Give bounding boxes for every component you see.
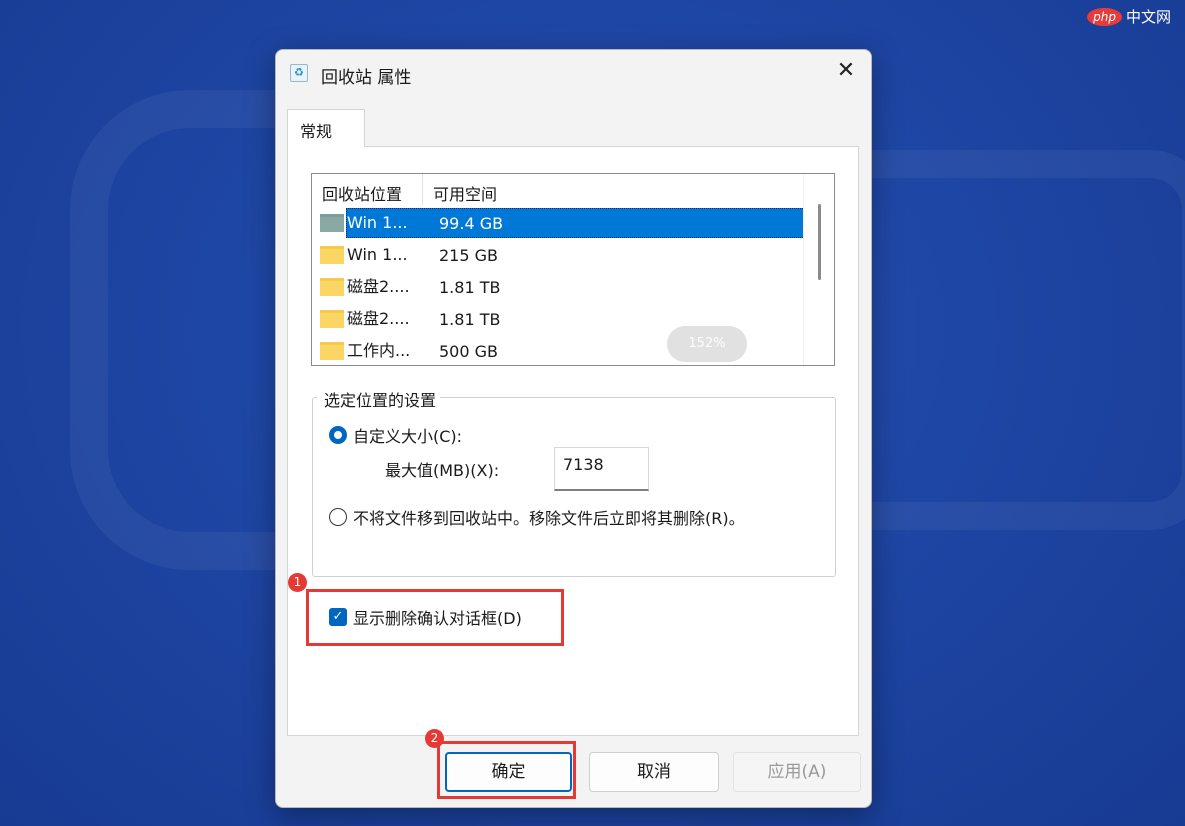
free-space: 500 GB (439, 341, 498, 361)
no-recycle-radio[interactable] (329, 508, 347, 526)
highlight-box-confirmation (306, 589, 564, 646)
location-name: 工作内... (347, 341, 411, 360)
watermark: php 中文网 (1087, 6, 1171, 27)
recycle-bin-location-list[interactable]: 回收站位置 可用空间 Win 1... 99.4 GB Win 1... 215… (311, 173, 835, 366)
no-recycle-label: 不将文件移到回收站中。移除文件后立即将其删除(R)。 (353, 509, 745, 528)
close-button[interactable]: ✕ (831, 58, 861, 86)
title-bar: ♻ 回收站 属性 ✕ (276, 50, 871, 96)
list-item[interactable]: Win 1... 99.4 GB (312, 207, 805, 239)
list-item[interactable]: 磁盘2.... 1.81 TB (312, 271, 804, 303)
folder-icon (320, 214, 344, 232)
folder-icon (320, 278, 344, 296)
watermark-text: 中文网 (1125, 8, 1171, 26)
step-badge-1: 1 (288, 573, 307, 592)
free-space: 215 GB (439, 245, 498, 265)
scrollbar-thumb[interactable] (818, 204, 821, 280)
location-name: 磁盘2.... (347, 309, 410, 328)
custom-size-radio[interactable] (329, 426, 347, 444)
general-tab-panel: 回收站位置 可用空间 Win 1... 99.4 GB Win 1... 215… (287, 146, 859, 736)
list-item[interactable]: Win 1... 215 GB (312, 239, 804, 271)
group-title: 选定位置的设置 (317, 387, 441, 411)
recycle-bin-icon: ♻ (290, 64, 308, 82)
recycle-bin-properties-dialog: ♻ 回收站 属性 ✕ 常规 回收站位置 可用空间 Win 1... 99.4 G… (275, 49, 872, 808)
max-value-input[interactable]: 7138 (554, 447, 649, 491)
tab-general[interactable]: 常规 (287, 109, 365, 147)
folder-icon (320, 246, 344, 264)
free-space: 1.81 TB (439, 309, 501, 329)
zoom-level-badge: 152% (667, 326, 747, 362)
no-recycle-option[interactable]: 不将文件移到回收站中。移除文件后立即将其删除(R)。 (329, 505, 745, 529)
apply-button[interactable]: 应用(A) (733, 752, 861, 792)
highlight-box-ok (437, 741, 576, 799)
custom-size-option[interactable]: 自定义大小(C): (329, 423, 462, 447)
location-name: Win 1... (347, 213, 408, 232)
folder-icon (320, 310, 344, 328)
max-value-label: 最大值(MB)(X): (385, 461, 500, 480)
location-name: 磁盘2.... (347, 277, 410, 296)
watermark-logo: php (1087, 7, 1122, 26)
custom-size-label: 自定义大小(C): (353, 427, 463, 446)
dialog-title: 回收站 属性 (321, 68, 412, 88)
column-header-location[interactable]: 回收站位置 (312, 174, 423, 206)
step-badge-2: 2 (425, 729, 444, 748)
folder-icon (320, 342, 344, 360)
column-header-free-space[interactable]: 可用空间 (423, 174, 803, 206)
list-scrollbar[interactable] (803, 174, 834, 365)
free-space: 99.4 GB (439, 213, 504, 233)
location-name: Win 1... (347, 245, 408, 264)
list-header: 回收站位置 可用空间 (312, 174, 804, 207)
cancel-button[interactable]: 取消 (589, 752, 719, 792)
free-space: 1.81 TB (439, 277, 501, 297)
